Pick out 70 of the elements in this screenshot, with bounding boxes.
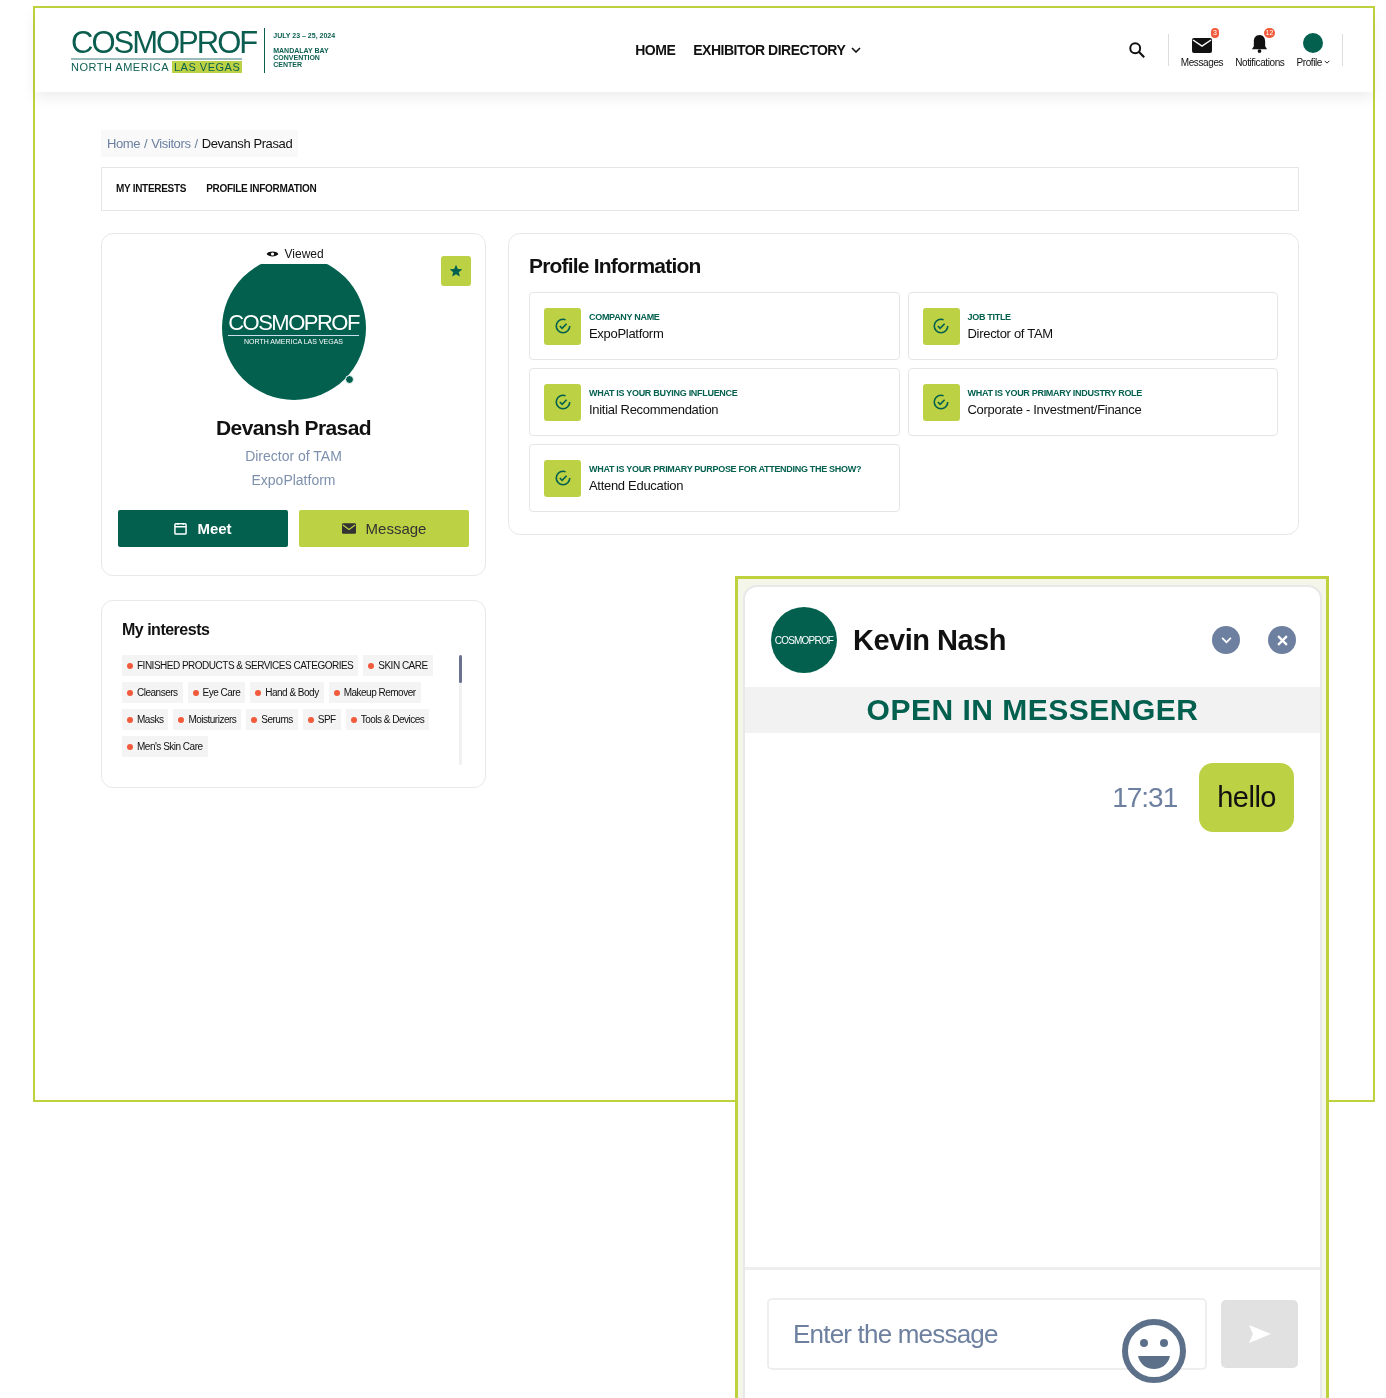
send-icon [1247,1324,1272,1344]
chevron-down-icon [1220,636,1232,644]
logo-region: NORTH AMERICA [71,60,169,73]
profile-company: ExpoPlatform [251,472,336,488]
meet-button[interactable]: Meet [118,510,288,547]
interest-tag: FINISHED PRODUCTS & SERVICES CATEGORIES [122,655,359,676]
field-label: WHAT IS YOUR PRIMARY INDUSTRY ROLE [967,387,1142,398]
profile-link[interactable]: Profile [1296,32,1330,68]
check-icon [544,459,581,497]
check-icon [922,383,960,421]
check-icon [544,307,581,345]
field-value: Initial Recommendation [589,401,720,417]
field-value: Attend Education [589,477,685,493]
field-value: ExpoPlatform [589,325,664,341]
envelope-icon [341,523,356,534]
card-title: Profile Information [529,254,702,278]
breadcrumb-separator: / [194,136,198,151]
profile-job-title: Director of TAM [245,448,342,464]
breadcrumb-link[interactable]: Visitors [151,136,191,151]
scrollbar-thumb[interactable] [459,655,462,683]
open-in-messenger-link[interactable]: OPEN IN MESSENGER [745,687,1320,733]
breadcrumb-link[interactable]: Home [107,136,141,151]
message-button[interactable]: Message [299,510,469,547]
nav-link[interactable]: HOME [635,42,676,58]
message-input[interactable]: Enter the message [767,1298,1207,1370]
nav-link[interactable]: EXHIBITOR DIRECTORY [693,42,862,58]
field-label: WHAT IS YOUR BUYING INFLUENCE [589,387,738,398]
interest-tag: Tools & Devices [345,709,430,730]
avatar-icon [1303,32,1324,53]
interest-tag: Hand & Body [250,682,324,703]
interest-tag: Masks [122,709,169,730]
logo-wordmark: COSMOPROF [71,27,257,58]
envelope-icon [1191,36,1212,53]
interest-tag: Serums [246,709,298,730]
tab[interactable]: MY INTERESTS [116,176,187,202]
favorite-button[interactable] [441,256,471,286]
breadcrumb-separator: / [144,136,148,151]
interest-tag: Men's Skin Care [122,736,208,757]
field-label: WHAT IS YOUR PRIMARY PURPOSE FOR ATTENDING THE SHOW? [589,463,862,474]
status-dot [344,375,354,384]
interest-tag: Eye Care [187,682,246,703]
card-title: My interests [122,621,211,639]
message-bubble: hello [1199,763,1294,832]
search-icon[interactable] [1127,41,1146,59]
star-icon [449,264,463,278]
tab[interactable]: PROFILE INFORMATION [206,176,317,202]
minimize-button[interactable] [1212,626,1240,654]
calendar-icon [174,522,188,535]
logo-city: LAS VEGAS [172,60,243,73]
interest-tag: Cleansers [122,682,183,703]
close-button[interactable] [1268,626,1296,654]
breadcrumb-current: Devansh Prasad [201,136,293,151]
interest-tag: Moisturizers [173,709,242,730]
close-icon [1276,634,1288,646]
check-icon [922,307,960,345]
emoji-icon[interactable] [1121,1318,1187,1384]
chat-avatar: COSMOPROF [771,607,837,673]
check-icon [544,383,581,421]
field-value: Corporate - Investment/Finance [967,401,1142,417]
field-value: Director of TAM [967,325,1053,341]
chat-contact-name: Kevin Nash [853,623,1007,657]
interest-tag: SKIN CARE [363,655,433,676]
caret-icon [1324,60,1330,64]
message-time: 17:31 [1112,781,1178,814]
field-label: JOB TITLE [967,311,1012,322]
interest-tag: Makeup Remover [328,682,421,703]
interest-tag: SPF [302,709,341,730]
profile-name: Devansh Prasad [216,416,371,440]
bell-icon [1251,33,1269,53]
field-label: COMPANY NAME [589,311,661,322]
